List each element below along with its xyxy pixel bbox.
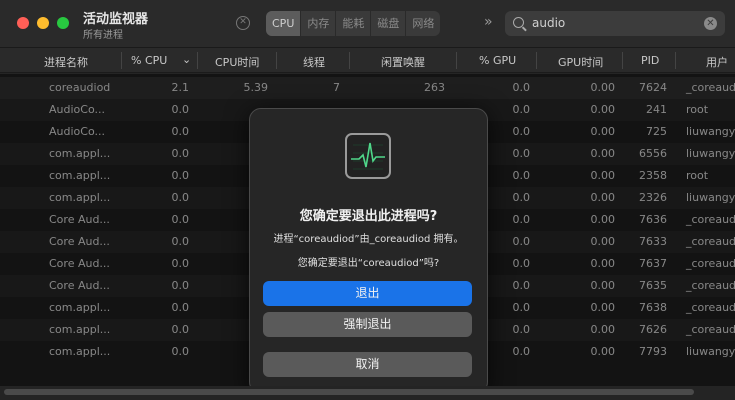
- column-header-cpu-time[interactable]: CPU时间: [215, 54, 259, 70]
- column-header-gpu[interactable]: % GPU: [479, 54, 516, 67]
- sort-chevron-icon[interactable]: ⌄: [182, 53, 191, 66]
- close-window-button[interactable]: [17, 17, 29, 29]
- toolbar-overflow-icon[interactable]: »: [484, 14, 493, 30]
- column-header-user[interactable]: 用户: [706, 54, 728, 70]
- stop-process-icon[interactable]: ✕: [236, 16, 250, 30]
- column-header-cpu[interactable]: % CPU: [131, 54, 167, 67]
- column-header-gpu-time[interactable]: GPU时间: [558, 54, 603, 70]
- search-icon: [513, 17, 524, 28]
- tab-cpu[interactable]: CPU: [266, 11, 302, 36]
- quit-process-dialog: 您确定要退出此进程吗? 进程“coreaudiod”由_coreaudiod 拥…: [249, 108, 488, 394]
- tab-network[interactable]: 网络: [406, 11, 440, 36]
- search-input[interactable]: audio: [532, 16, 565, 30]
- minimize-window-button[interactable]: [37, 17, 49, 29]
- tab-disk[interactable]: 磁盘: [371, 11, 407, 36]
- activity-monitor-icon: [345, 133, 391, 179]
- dialog-message-owner: 进程“coreaudiod”由_coreaudiod 拥有。: [273, 234, 464, 245]
- window-title: 活动监视器: [83, 12, 149, 27]
- tab-memory[interactable]: 内存: [301, 11, 337, 36]
- title-bar: 活动监视器 所有进程 ✕ CPU 内存 能耗 磁盘 网络 » audio ✕: [0, 0, 735, 47]
- tab-energy[interactable]: 能耗: [336, 11, 372, 36]
- cancel-button[interactable]: 取消: [263, 352, 472, 377]
- force-quit-button[interactable]: 强制退出: [263, 312, 472, 337]
- scrollbar-thumb[interactable]: [4, 389, 694, 395]
- category-tabs: CPU 内存 能耗 磁盘 网络: [266, 11, 441, 36]
- horizontal-scrollbar[interactable]: [0, 386, 735, 400]
- clear-icon[interactable]: ✕: [704, 17, 717, 30]
- search-field[interactable]: audio ✕: [505, 11, 725, 36]
- column-header-pid[interactable]: PID: [641, 54, 659, 67]
- window-subtitle: 所有进程: [83, 30, 123, 41]
- table-header: 进程名称 % CPU ⌄ CPU时间 线程 闲置唤醒 % GPU GPU时间 P…: [0, 47, 735, 74]
- column-header-name[interactable]: 进程名称: [44, 54, 88, 70]
- dialog-title: 您确定要退出此进程吗?: [299, 209, 438, 224]
- dialog-message-confirm: 您确定要退出“coreaudiod”吗?: [297, 258, 440, 269]
- column-header-idle-wakeups[interactable]: 闲置唤醒: [381, 54, 425, 70]
- quit-button[interactable]: 退出: [263, 281, 472, 306]
- column-header-threads[interactable]: 线程: [303, 54, 325, 70]
- maximize-window-button[interactable]: [57, 17, 69, 29]
